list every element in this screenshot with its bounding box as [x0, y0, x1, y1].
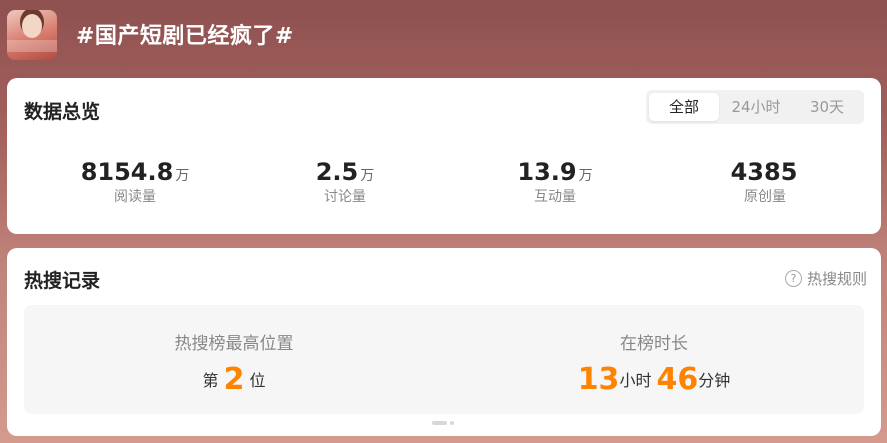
topic-header: #国产短剧已经疯了#	[0, 0, 887, 72]
time-range-tabs: 全部 24小时 30天	[646, 90, 864, 124]
highest-position-block: 热搜榜最高位置 第 2 位	[24, 305, 444, 414]
position-prefix: 第	[202, 371, 219, 390]
highest-position-caption: 热搜榜最高位置	[174, 334, 294, 354]
topic-thumbnail[interactable]	[7, 10, 57, 60]
duration-minutes: 46	[656, 362, 699, 397]
stat-value: 2.5	[315, 158, 359, 186]
tab-all[interactable]: 全部	[649, 93, 719, 121]
stat-reads: 8154.8 万 阅读量	[30, 158, 240, 206]
duration-block: 在榜时长 13小时 46分钟	[444, 305, 864, 414]
carousel-indicator[interactable]	[432, 420, 456, 426]
stat-label: 原创量	[744, 189, 786, 205]
hot-search-panel: 热搜榜最高位置 第 2 位 在榜时长 13小时 46分钟	[24, 305, 864, 414]
hot-search-rules-link[interactable]: ? 热搜规则	[784, 268, 867, 289]
thumbnail-caption-band	[7, 40, 57, 52]
stat-label: 互动量	[534, 189, 576, 205]
stats-row: 8154.8 万 阅读量 2.5 万 讨论量 13.9 万 互动量 4385 原创量	[7, 158, 881, 218]
data-overview-card: 数据总览 全部 24小时 30天 8154.8 万 阅读量 2.5 万 讨论量 13…	[7, 78, 881, 234]
duration-caption: 在榜时长	[620, 334, 688, 354]
stat-discussions: 2.5 万 讨论量	[240, 158, 450, 206]
stat-unit: 万	[175, 168, 190, 184]
stat-originals: 4385 原创量	[660, 158, 870, 206]
highest-position-value: 2	[223, 362, 245, 397]
stat-value: 8154.8	[80, 158, 174, 186]
carousel-dot	[450, 421, 454, 425]
question-circle-icon: ?	[784, 270, 802, 287]
hours-unit: 小时	[619, 371, 652, 390]
stat-label: 讨论量	[324, 189, 366, 205]
stat-unit: 万	[360, 168, 375, 184]
stat-interactions: 13.9 万 互动量	[450, 158, 660, 206]
rules-label: 热搜规则	[806, 270, 867, 288]
minutes-unit: 分钟	[698, 371, 731, 390]
tab-24h[interactable]: 24小时	[719, 93, 793, 121]
topic-title: #国产短剧已经疯了#	[76, 24, 294, 49]
carousel-dot-active	[432, 421, 447, 425]
duration-hours: 13	[577, 362, 620, 397]
tab-30d[interactable]: 30天	[793, 93, 861, 121]
position-suffix: 位	[249, 371, 266, 390]
stat-value: 13.9	[517, 158, 577, 186]
stat-unit: 万	[578, 168, 593, 184]
thumbnail-figure	[22, 14, 42, 38]
hot-search-title: 热搜记录	[24, 270, 101, 292]
stat-label: 阅读量	[114, 189, 156, 205]
overview-title: 数据总览	[24, 101, 101, 123]
stat-value: 4385	[730, 158, 798, 186]
hot-search-card: 热搜记录 ? 热搜规则 热搜榜最高位置 第 2 位 在榜时长 13小时 46分钟	[7, 248, 881, 436]
